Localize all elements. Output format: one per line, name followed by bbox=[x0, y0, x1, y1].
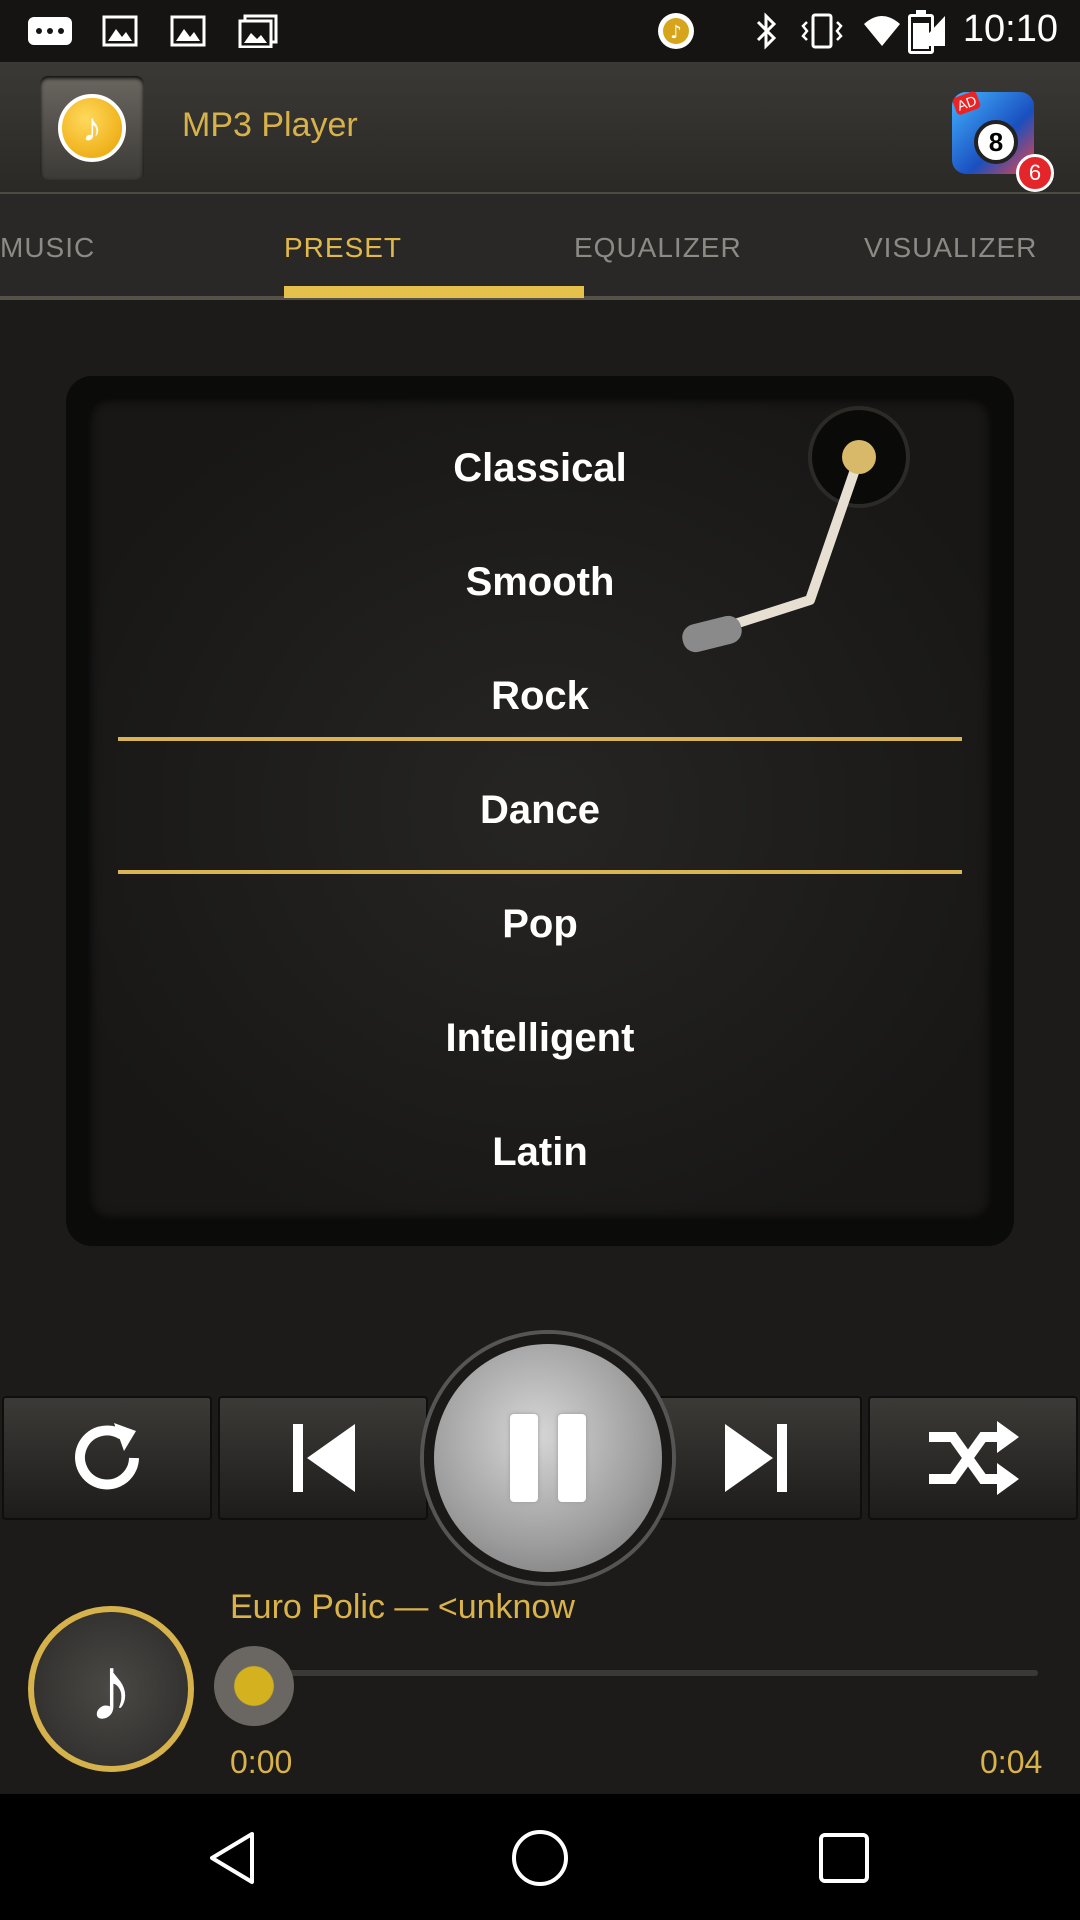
tab-music[interactable]: MUSIC bbox=[0, 232, 95, 264]
shuffle-icon bbox=[929, 1421, 1019, 1495]
tab-bar: MUSIC PRESET EQUALIZER VISUALIZER bbox=[0, 194, 1080, 298]
next-icon bbox=[725, 1424, 787, 1492]
preset-item-pop[interactable]: Pop bbox=[88, 902, 992, 947]
wifi-icon bbox=[862, 10, 902, 52]
time-total: 0:04 bbox=[980, 1744, 1043, 1780]
ad-label: AD bbox=[951, 90, 982, 116]
gallery-icon bbox=[236, 10, 280, 52]
next-button[interactable] bbox=[652, 1396, 862, 1520]
active-tab-indicator bbox=[284, 286, 584, 298]
recents-icon[interactable] bbox=[818, 1832, 870, 1884]
pause-icon bbox=[500, 1414, 596, 1502]
repeat-button[interactable] bbox=[2, 1396, 212, 1520]
vibrate-icon bbox=[800, 10, 844, 52]
selection-line-bottom bbox=[118, 870, 962, 874]
status-time: 10:10 bbox=[962, 8, 1058, 50]
previous-button[interactable] bbox=[218, 1396, 428, 1520]
music-app-icon: ♪ bbox=[654, 10, 698, 52]
progress-track[interactable] bbox=[256, 1670, 1038, 1676]
shuffle-button[interactable] bbox=[868, 1396, 1078, 1520]
tonearm-pivot bbox=[842, 440, 876, 474]
now-playing-title: Euro Polic — <unknow bbox=[230, 1588, 575, 1626]
status-bar: ♪ 10:10 bbox=[0, 0, 1080, 62]
notification-badge: 6 bbox=[1016, 154, 1054, 192]
app-title: MP3 Player bbox=[182, 106, 358, 144]
previous-icon bbox=[293, 1424, 355, 1492]
time-current: 0:00 bbox=[230, 1744, 293, 1780]
navigation-bar bbox=[0, 1794, 1080, 1920]
app-logo: ♪ bbox=[40, 76, 144, 180]
preset-item-intelligent[interactable]: Intelligent bbox=[88, 1016, 992, 1061]
back-icon[interactable] bbox=[206, 1830, 260, 1886]
battery-icon bbox=[908, 10, 934, 54]
music-note-icon: ♪ bbox=[28, 1606, 194, 1772]
repeat-icon bbox=[75, 1423, 139, 1490]
music-note-icon: ♪ bbox=[58, 94, 126, 162]
app-header: ♪ MP3 Player AD 8 6 bbox=[0, 62, 1080, 194]
pause-button[interactable] bbox=[424, 1334, 672, 1582]
billiard-ball-icon: 8 bbox=[974, 120, 1018, 164]
preset-item-rock[interactable]: Rock bbox=[88, 674, 992, 719]
tab-visualizer[interactable]: VISUALIZER bbox=[864, 232, 1037, 264]
picture-icon bbox=[100, 10, 140, 52]
preset-item-dance[interactable]: Dance bbox=[88, 788, 992, 833]
svg-text:♪: ♪ bbox=[670, 22, 682, 43]
tab-equalizer[interactable]: EQUALIZER bbox=[574, 232, 742, 264]
preset-item-latin[interactable]: Latin bbox=[88, 1130, 992, 1175]
home-icon[interactable] bbox=[510, 1828, 570, 1888]
more-icon bbox=[24, 10, 76, 52]
tab-preset[interactable]: PRESET bbox=[284, 232, 402, 264]
selection-line-top bbox=[118, 737, 962, 741]
progress-knob[interactable] bbox=[214, 1646, 294, 1726]
bluetooth-icon bbox=[752, 10, 782, 52]
picture-icon bbox=[168, 10, 208, 52]
